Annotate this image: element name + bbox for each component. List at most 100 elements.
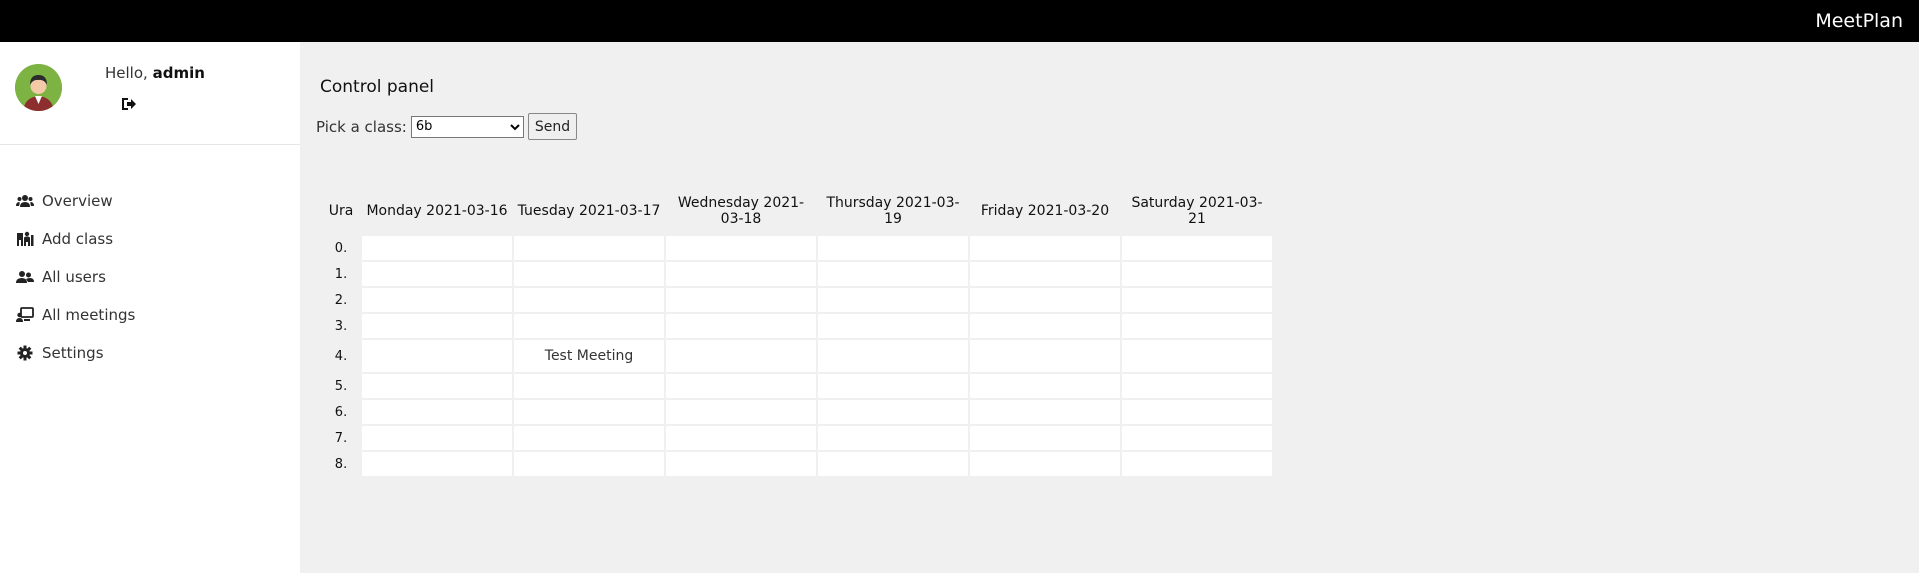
- schedule-cell[interactable]: [362, 236, 512, 260]
- schedule-cell[interactable]: [666, 426, 816, 450]
- schedule-cell[interactable]: [362, 452, 512, 476]
- schedule-cell[interactable]: [1122, 426, 1272, 450]
- schedule-cell[interactable]: [818, 340, 968, 372]
- schedule-cell[interactable]: [1122, 452, 1272, 476]
- schedule-cell[interactable]: [818, 452, 968, 476]
- schedule-cell[interactable]: [970, 400, 1120, 424]
- hour-label: 0.: [334, 240, 348, 256]
- sidebar-item-label: Add class: [42, 230, 114, 248]
- sidebar-item-label: All meetings: [42, 306, 136, 324]
- top-bar: MeetPlan: [0, 0, 1919, 42]
- username: admin: [152, 64, 205, 82]
- sidebar-item-label: Settings: [42, 344, 104, 362]
- schedule-cell[interactable]: [818, 262, 968, 286]
- schedule-cell[interactable]: [666, 314, 816, 338]
- logout-icon[interactable]: [121, 97, 137, 111]
- class-picker-label: Pick a class:: [316, 117, 407, 136]
- schedule-cell[interactable]: [666, 236, 816, 260]
- schedule-cell[interactable]: [1122, 340, 1272, 372]
- schedule-cell[interactable]: [514, 426, 664, 450]
- schedule-cell[interactable]: [970, 452, 1120, 476]
- table-row: 3.: [322, 314, 1272, 338]
- schedule-cell[interactable]: [1122, 262, 1272, 286]
- sidebar-nav: Overview Add class All users All meeting…: [0, 182, 300, 372]
- schedule-cell[interactable]: [514, 314, 664, 338]
- hour-label: 6.: [334, 404, 348, 420]
- avatar: [15, 64, 62, 111]
- schedule-cell[interactable]: [666, 400, 816, 424]
- class-select[interactable]: 6b: [410, 115, 524, 138]
- schedule-cell[interactable]: [666, 452, 816, 476]
- schedule-cell[interactable]: [818, 426, 968, 450]
- sidebar-item-all-users[interactable]: All users: [0, 258, 300, 296]
- schedule-cell[interactable]: [362, 314, 512, 338]
- hour-label: 5.: [334, 378, 348, 394]
- sidebar-item-add-class[interactable]: Add class: [0, 220, 300, 258]
- schedule-cell[interactable]: [970, 288, 1120, 312]
- schedule-cell[interactable]: [666, 374, 816, 398]
- schedule-cell[interactable]: [514, 262, 664, 286]
- schedule-cell[interactable]: [1122, 288, 1272, 312]
- schedule-cell[interactable]: [970, 262, 1120, 286]
- day-header: Wednesday 2021-03-18: [677, 195, 805, 227]
- schedule-cell[interactable]: [970, 314, 1120, 338]
- schedule-cell[interactable]: [666, 288, 816, 312]
- schedule-cell[interactable]: [514, 288, 664, 312]
- table-row: 0.: [322, 236, 1272, 260]
- schedule-cell[interactable]: [818, 400, 968, 424]
- schedule-cell[interactable]: [514, 400, 664, 424]
- hour-label: 1.: [334, 266, 348, 282]
- schedule-cell[interactable]: [1122, 314, 1272, 338]
- schedule-cell[interactable]: [514, 452, 664, 476]
- sidebar-item-label: Overview: [42, 192, 113, 210]
- schedule-cell[interactable]: [818, 314, 968, 338]
- schedule-cell[interactable]: [1122, 400, 1272, 424]
- schedule-cell[interactable]: [818, 236, 968, 260]
- profile-section: Hello, admin: [0, 42, 300, 145]
- sidebar: Hello, admin Overview Add class All user…: [0, 42, 300, 573]
- table-row: 7.: [322, 426, 1272, 450]
- gear-icon: [17, 345, 33, 361]
- brand-title[interactable]: MeetPlan: [1815, 10, 1903, 32]
- sidebar-item-settings[interactable]: Settings: [0, 334, 300, 372]
- page-title: Control panel: [320, 77, 435, 97]
- table-row: 1.: [322, 262, 1272, 286]
- send-button[interactable]: Send: [527, 113, 578, 140]
- meeting-cell[interactable]: Test Meeting: [514, 340, 664, 372]
- schedule-header-row: Ura Monday 2021-03-16 Tuesday 2021-03-17…: [322, 188, 1272, 234]
- sidebar-item-all-meetings[interactable]: All meetings: [0, 296, 300, 334]
- main-content: Control panel Pick a class: 6b Send Ura …: [300, 42, 1919, 573]
- day-header: Friday 2021-03-20: [980, 203, 1110, 219]
- hour-column-header: Ura: [328, 203, 354, 219]
- schedule-cell[interactable]: [1122, 236, 1272, 260]
- sidebar-item-overview[interactable]: Overview: [0, 182, 300, 220]
- schedule-cell[interactable]: [362, 288, 512, 312]
- class-icon: [17, 231, 34, 246]
- schedule-cell[interactable]: [666, 262, 816, 286]
- day-header: Thursday 2021-03-19: [826, 195, 960, 227]
- schedule-cell[interactable]: [970, 340, 1120, 372]
- schedule-cell[interactable]: [970, 374, 1120, 398]
- schedule-cell[interactable]: [362, 374, 512, 398]
- schedule-cell[interactable]: [514, 236, 664, 260]
- hour-label: 7.: [334, 430, 348, 446]
- greeting: Hello, admin: [105, 64, 205, 82]
- schedule-cell[interactable]: [970, 236, 1120, 260]
- schedule-cell[interactable]: [514, 374, 664, 398]
- schedule-cell[interactable]: [666, 340, 816, 372]
- schedule-cell[interactable]: [362, 262, 512, 286]
- class-picker: Pick a class: 6b Send: [316, 113, 578, 140]
- schedule-cell[interactable]: [1122, 374, 1272, 398]
- table-row: 4. Test Meeting: [322, 340, 1272, 372]
- user-group-icon: [16, 271, 34, 283]
- schedule-cell[interactable]: [818, 288, 968, 312]
- hour-label: 2.: [334, 292, 348, 308]
- schedule-cell[interactable]: [970, 426, 1120, 450]
- schedule-cell[interactable]: [362, 340, 512, 372]
- schedule-cell[interactable]: [362, 426, 512, 450]
- hour-label: 4.: [334, 348, 348, 364]
- table-row: 6.: [322, 400, 1272, 424]
- schedule-cell[interactable]: [362, 400, 512, 424]
- day-header: Saturday 2021-03-21: [1131, 195, 1263, 227]
- schedule-cell[interactable]: [818, 374, 968, 398]
